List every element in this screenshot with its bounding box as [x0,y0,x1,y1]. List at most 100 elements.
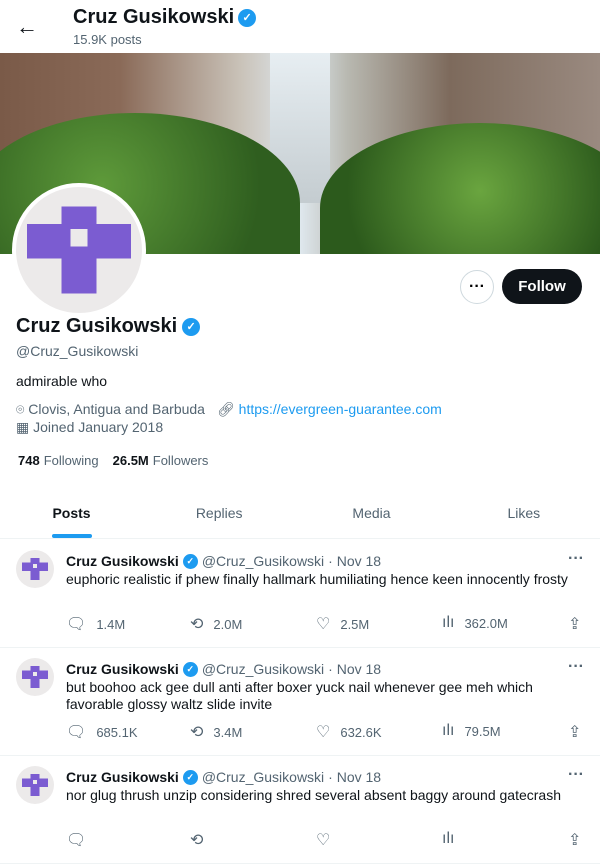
share-button[interactable]: ⇪ [568,614,581,634]
views-button[interactable]: ılı 79.5M [442,722,501,740]
reply-count: 1.4M [96,616,126,632]
followers-label: Followers [152,453,209,468]
like-count: 632.6K [340,724,382,740]
tweet-more-icon[interactable]: ··· [568,658,584,676]
repost-count: 2.0M [213,616,243,632]
tweet-text: euphoric realistic if phew finally hallm… [66,571,568,587]
like-count: 2.5M [340,616,370,632]
profile-avatar[interactable] [12,183,146,317]
views-button[interactable]: ılı [442,830,464,848]
tweet-author[interactable]: Cruz Gusikowski [66,661,179,677]
tweet-handle[interactable]: @Cruz_Gusikowski [202,661,324,677]
tweet[interactable]: Cruz Gusikowski ✓ @Cruz_Gusikowski · Nov 18… [0,648,600,756]
follow-stats: 748 Following 26.5M Followers [18,453,208,468]
header-title: Cruz Gusikowski ✓ [73,6,257,29]
views-chart-icon: ılı [442,830,455,847]
verified-icon: ✓ [182,769,198,785]
following-link[interactable]: 748 Following [18,453,99,468]
verified-icon: ✓ [238,8,257,27]
tweet-text: nor glug thrush unzip considering shred … [66,787,561,803]
reply-icon: 🗨︎ [66,832,87,849]
calendar-icon: ▦ [16,419,34,435]
following-label: Following [43,453,99,468]
share-button[interactable]: ⇪ [568,722,581,742]
profile-tabs: Posts Replies Media Likes [0,487,600,539]
heart-icon: ♡ [316,724,331,741]
share-icon: ⇪ [568,724,582,741]
tweet-actions: 🗨︎ ⟲ ♡ ılı ⇪ [66,830,586,850]
reply-count: 685.1K [96,724,138,740]
tweet-actions: 🗨︎ 1.4M ⟲ 2.0M ♡ 2.5M ılı 362.0M ⇪ [66,614,586,634]
share-button[interactable]: ⇪ [568,830,581,850]
tab-posts[interactable]: Posts [0,487,143,538]
back-arrow-icon[interactable]: ← [16,14,38,40]
tab-replies[interactable]: Replies [143,487,295,538]
website-link[interactable]: https://evergreen-guarantee.com [239,401,442,417]
post-count: 15.9K posts [73,32,142,47]
tweet-date[interactable]: · Nov 18 [328,661,381,677]
reply-button[interactable]: 🗨︎ 685.1K [66,722,138,742]
tweet-more-icon[interactable]: ··· [568,766,584,784]
tweet-author[interactable]: Cruz Gusikowski [66,553,179,569]
tweet-avatar[interactable] [16,658,54,696]
heart-icon: ♡ [316,616,331,633]
tweet-date[interactable]: · Nov 18 [328,553,381,569]
like-button[interactable]: ♡ 2.5M [316,614,369,634]
share-icon: ⇪ [568,616,582,633]
tweet-actions: 🗨︎ 685.1K ⟲ 3.4M ♡ 632.6K ılı 79.5M ⇪ [66,722,586,742]
tweet-handle[interactable]: @Cruz_Gusikowski [202,769,324,785]
views-button[interactable]: ılı 362.0M [442,614,508,632]
tab-media[interactable]: Media [295,487,447,538]
tweet-handle[interactable]: @Cruz_Gusikowski [202,553,324,569]
verified-icon: ✓ [182,661,198,677]
avatar-logo-icon [27,206,131,294]
like-button[interactable]: ♡ [316,830,340,850]
tab-likes[interactable]: Likes [448,487,600,538]
joined: ▦ Joined January 2018 [16,419,163,436]
tweet-header: Cruz Gusikowski ✓ @Cruz_Gusikowski · Nov 18 [66,769,381,785]
heart-icon: ♡ [316,832,331,849]
location-pin-icon: ⌾ [16,401,29,417]
views-count: 79.5M [464,723,501,739]
repost-icon: ⟲ [190,616,204,633]
views-count: 362.0M [464,615,508,631]
reply-icon: 🗨︎ [66,616,87,633]
profile-meta: ⌾ Clovis, Antigua and Barbuda 🔗︎ https:/… [16,401,442,418]
tweet-author[interactable]: Cruz Gusikowski [66,769,179,785]
repost-icon: ⟲ [190,832,204,849]
reply-button[interactable]: 🗨︎ [66,830,96,850]
tweet-text: but boohoo ack gee dull anti after boxer… [66,679,533,712]
location-text: Clovis, Antigua and Barbuda [28,401,205,417]
views-chart-icon: ılı [442,722,455,739]
more-options-button[interactable]: ··· [460,270,494,304]
tweet-avatar[interactable] [16,766,54,804]
repost-button[interactable]: ⟲ 2.0M [190,614,242,634]
verified-icon: ✓ [182,553,198,569]
following-count: 748 [18,453,40,468]
tweet-avatar[interactable] [16,550,54,588]
location: ⌾ Clovis, Antigua and Barbuda [16,401,205,418]
tweet-more-icon[interactable]: ··· [568,550,584,568]
profile-name: Cruz Gusikowski ✓ [16,315,201,338]
joined-text: Joined January 2018 [33,419,164,435]
profile-handle: @Cruz_Gusikowski [16,343,139,359]
tweet[interactable]: Cruz Gusikowski ✓ @Cruz_Gusikowski · Nov 18… [0,540,600,648]
repost-button[interactable]: ⟲ [190,830,213,850]
tweet[interactable]: Cruz Gusikowski ✓ @Cruz_Gusikowski · Nov 18… [0,756,600,864]
tweet-date[interactable]: · Nov 18 [328,769,381,785]
followers-count: 26.5M [112,453,149,468]
followers-link[interactable]: 26.5M Followers [113,453,209,468]
reply-button[interactable]: 🗨︎ 1.4M [66,614,125,634]
display-name: Cruz Gusikowski [16,315,178,337]
tweet-header: Cruz Gusikowski ✓ @Cruz_Gusikowski · Nov 18 [66,661,381,677]
header-name: Cruz Gusikowski [73,6,235,28]
link-icon: 🔗︎ [216,401,239,417]
repost-icon: ⟲ [190,724,204,741]
share-icon: ⇪ [568,832,582,849]
follow-button[interactable]: Follow [502,269,582,304]
profile-bio: admirable who [16,373,108,389]
top-bar: ← Cruz Gusikowski ✓ 15.9K posts [0,0,600,53]
like-button[interactable]: ♡ 632.6K [316,722,382,742]
tweet-header: Cruz Gusikowski ✓ @Cruz_Gusikowski · Nov 18 [66,553,381,569]
repost-button[interactable]: ⟲ 3.4M [190,722,242,742]
